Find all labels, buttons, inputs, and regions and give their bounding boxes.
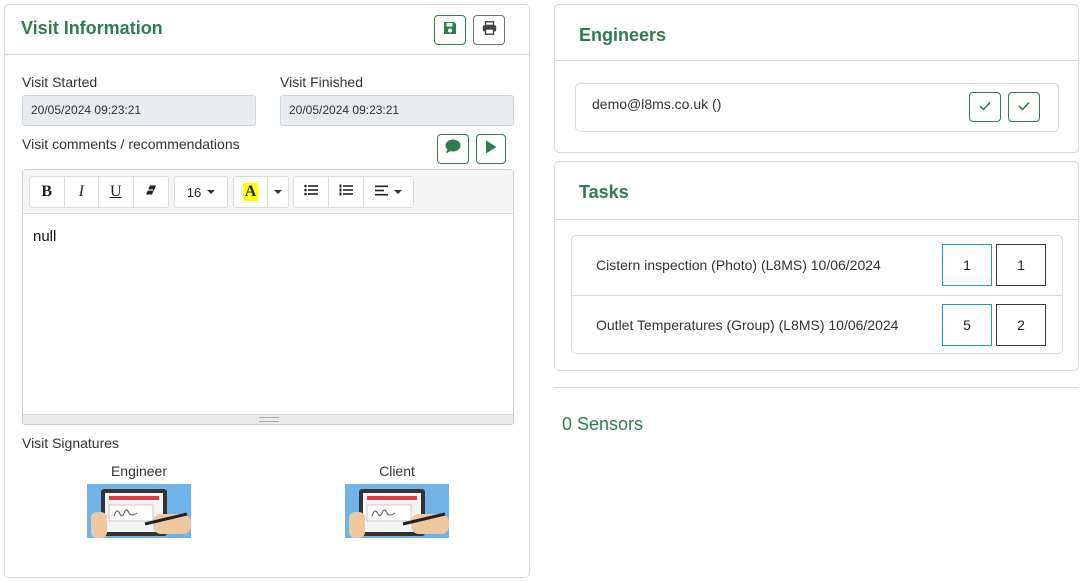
check-icon bbox=[979, 98, 991, 116]
visit-finished-label: Visit Finished bbox=[280, 74, 364, 90]
eraser-icon bbox=[145, 183, 157, 201]
print-icon bbox=[482, 20, 497, 40]
comment-icon bbox=[445, 139, 461, 159]
highlight-group: A bbox=[233, 176, 289, 208]
engineer-signature-label: Engineer bbox=[110, 463, 168, 479]
editor-resize-handle[interactable] bbox=[23, 414, 513, 424]
signature-tablet-icon bbox=[345, 484, 449, 538]
engineers-card: Engineers demo@l8ms.co.uk () bbox=[554, 4, 1079, 153]
visit-card-header: Visit Information bbox=[5, 5, 529, 55]
engineer-confirm-button[interactable] bbox=[969, 92, 1001, 122]
sensors-count[interactable]: 0 Sensors bbox=[562, 414, 643, 435]
clear-format-button[interactable] bbox=[134, 177, 168, 207]
font-size-group: 16 bbox=[174, 176, 228, 208]
font-size-dropdown[interactable]: 16 bbox=[175, 177, 227, 207]
engineer-signature-image[interactable] bbox=[87, 484, 191, 538]
engineers-card-header: Engineers bbox=[555, 5, 1078, 61]
signature-tablet-icon bbox=[87, 484, 191, 538]
ordered-list-button[interactable] bbox=[329, 177, 364, 207]
grip-icon bbox=[259, 417, 279, 422]
visit-information-card: Visit Information Visit Started 20/05/20… bbox=[4, 4, 530, 578]
visit-card-title: Visit Information bbox=[21, 18, 163, 38]
italic-button[interactable]: I bbox=[65, 177, 99, 207]
paragraph-group bbox=[293, 176, 414, 208]
editor-toolbar: B I U 16 A bbox=[23, 170, 513, 214]
play-icon bbox=[485, 140, 497, 159]
task-count-b[interactable]: 1 bbox=[996, 244, 1046, 286]
highlight-button[interactable]: A bbox=[234, 177, 268, 207]
task-count-b[interactable]: 2 bbox=[996, 304, 1046, 346]
client-signature-label: Client bbox=[379, 463, 415, 479]
align-dropdown[interactable] bbox=[364, 177, 413, 207]
ordered-list-icon bbox=[339, 183, 353, 201]
tasks-title: Tasks bbox=[579, 182, 629, 202]
engineer-email: demo@l8ms.co.uk () bbox=[592, 96, 722, 112]
highlight-dropdown[interactable] bbox=[268, 177, 288, 207]
bold-button[interactable]: B bbox=[30, 177, 65, 207]
highlight-letter: A bbox=[242, 183, 259, 201]
task-count-a[interactable]: 5 bbox=[942, 304, 992, 346]
unordered-list-button[interactable] bbox=[294, 177, 329, 207]
task-count-a[interactable]: 1 bbox=[942, 244, 992, 286]
save-icon bbox=[443, 21, 457, 40]
align-icon bbox=[375, 183, 388, 201]
signatures-label: Visit Signatures bbox=[22, 435, 120, 451]
engineer-approve-button[interactable] bbox=[1008, 92, 1040, 122]
font-size-value: 16 bbox=[186, 184, 202, 200]
print-button[interactable] bbox=[473, 15, 505, 45]
tasks-card-header: Tasks bbox=[555, 162, 1078, 220]
comments-editor: B I U 16 A null bbox=[22, 169, 514, 425]
underline-button[interactable]: U bbox=[99, 177, 134, 207]
engineers-title: Engineers bbox=[579, 25, 667, 45]
visit-finished-field[interactable]: 20/05/2024 09:23:21 bbox=[280, 95, 514, 126]
task-row[interactable]: Cistern inspection (Photo) (L8MS) 10/06/… bbox=[572, 236, 1062, 295]
visit-started-field[interactable]: 20/05/2024 09:23:21 bbox=[22, 95, 256, 126]
save-button[interactable] bbox=[434, 15, 466, 45]
chevron-down-icon bbox=[394, 190, 402, 194]
comment-button[interactable] bbox=[437, 134, 469, 164]
engineer-row: demo@l8ms.co.uk () bbox=[575, 83, 1059, 132]
editor-content[interactable]: null bbox=[23, 214, 513, 415]
client-signature-image[interactable] bbox=[345, 484, 449, 538]
check-icon bbox=[1018, 98, 1030, 116]
format-button-group: B I U bbox=[29, 176, 169, 208]
task-name: Outlet Temperatures (Group) (L8MS) 10/06… bbox=[596, 317, 899, 333]
task-row[interactable]: Outlet Temperatures (Group) (L8MS) 10/06… bbox=[572, 295, 1062, 354]
play-button[interactable] bbox=[476, 134, 506, 164]
unordered-list-icon bbox=[304, 183, 318, 201]
task-name: Cistern inspection (Photo) (L8MS) 10/06/… bbox=[596, 257, 881, 273]
tasks-card: Tasks Cistern inspection (Photo) (L8MS) … bbox=[554, 161, 1079, 371]
chevron-down-icon bbox=[207, 190, 216, 194]
comments-label: Visit comments / recommendations bbox=[22, 136, 240, 152]
task-list: Cistern inspection (Photo) (L8MS) 10/06/… bbox=[571, 235, 1063, 354]
chevron-down-icon bbox=[274, 190, 282, 194]
section-divider bbox=[554, 387, 1079, 388]
visit-started-label: Visit Started bbox=[22, 74, 98, 90]
